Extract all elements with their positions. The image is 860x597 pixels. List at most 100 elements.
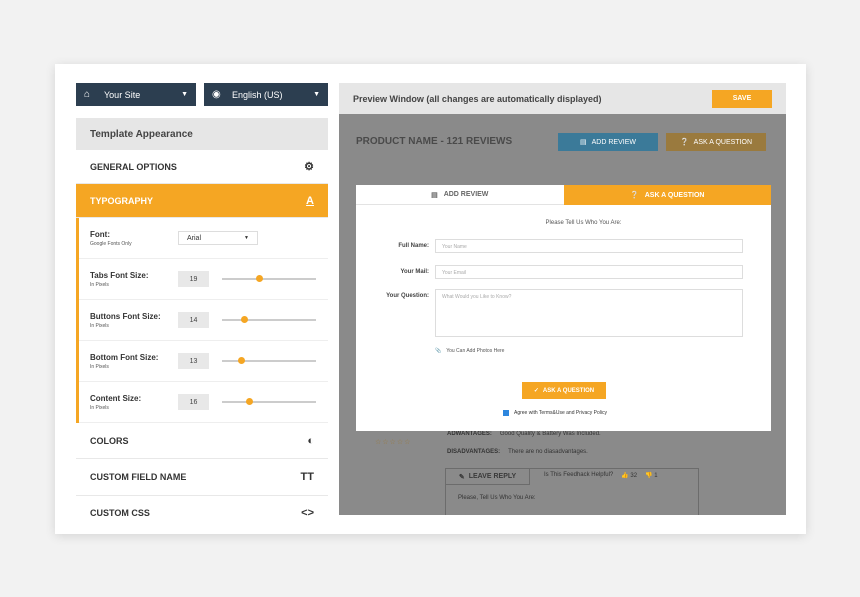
attach-photos[interactable]: 📎 You Can Add Photos Here xyxy=(435,348,504,354)
question-modal: ▤ ADD REVIEW ❔ ASK A QUESTION Please Tel… xyxy=(356,185,771,431)
setting-sublabel: In Pixels xyxy=(90,322,109,329)
thumbs-down-button[interactable]: 👎 1 xyxy=(645,472,657,479)
question-icon: ❔ xyxy=(630,192,639,199)
bottom-font-size-slider[interactable] xyxy=(222,357,316,364)
helpful-row: Is This Feedhack Helpful? 👍 32 👎 1 xyxy=(544,472,658,479)
ask-question-button[interactable]: ❔ ASK A QUESTION xyxy=(666,133,766,151)
section-label: CUSTOM CSS xyxy=(90,507,150,517)
slider-handle[interactable] xyxy=(245,398,253,405)
chevron-down-icon: ▼ xyxy=(313,91,320,98)
slider-handle[interactable] xyxy=(240,316,248,323)
agree-row: Agree with Terms&Use and Privacy Policy xyxy=(503,410,607,416)
product-title: PRODUCT NAME - 121 REVIEWS xyxy=(356,136,513,147)
question-textarea[interactable]: What Would you Like to Know? xyxy=(435,289,743,337)
button-label: ADD REVIEW xyxy=(591,138,636,146)
agree-checkbox[interactable] xyxy=(503,410,509,416)
agree-label: Agree with Terms&Use and Privacy Policy xyxy=(514,410,607,416)
attach-label: You Can Add Photos Here xyxy=(446,348,505,354)
submit-question-button[interactable]: ✓ ASK A QUESTION xyxy=(522,382,606,399)
full-name-input[interactable]: Your Name xyxy=(435,239,743,253)
comment-icon: ▤ xyxy=(580,139,587,146)
section-label: COLORS xyxy=(90,435,129,446)
tab-label: ADD REVIEW xyxy=(443,191,489,198)
content-size-input[interactable]: 16 xyxy=(178,394,209,410)
paperclip-icon: 📎 xyxy=(435,348,442,354)
modal-intro: Please Tell Us Who You Are: xyxy=(545,220,622,226)
tab-label: ASK A QUESTION xyxy=(644,191,705,199)
gear-icon: ⚙ xyxy=(304,161,314,173)
pencil-icon: ✎ xyxy=(458,473,465,481)
modal-tabs: ▤ ADD REVIEW ❔ ASK A QUESTION xyxy=(356,185,771,205)
preview-header: Preview Window (all changes are automati… xyxy=(339,83,786,114)
question-icon: ❔ xyxy=(679,139,689,146)
font-row: Font: Google Fonts Only Arial ▼ xyxy=(79,218,328,259)
setting-row: Bottom Font Size: In Pixels 13 xyxy=(79,341,328,382)
section-label: GENERAL OPTIONS xyxy=(90,161,177,172)
bottom-font-size-input[interactable]: 13 xyxy=(178,353,209,369)
typography-settings: Font: Google Fonts Only Arial ▼ Tabs Fon… xyxy=(76,218,328,423)
setting-label: Buttons Font Size: xyxy=(90,311,161,321)
language-selector[interactable]: ◉ English (US) ▼ xyxy=(204,83,328,106)
panel-title: Template Appearance xyxy=(76,118,328,150)
buttons-font-size-input[interactable]: 14 xyxy=(178,312,209,328)
font-sublabel: Google Fonts Only xyxy=(90,240,132,247)
mail-row: Your Mail: Your Email xyxy=(356,265,743,279)
add-review-button[interactable]: ▤ ADD REVIEW xyxy=(558,133,658,151)
section-typography[interactable]: TYPOGRAPHY A xyxy=(76,184,328,218)
preview-window: Preview Window (all changes are automati… xyxy=(339,83,786,515)
tabs-font-size-input[interactable]: 19 xyxy=(178,271,209,287)
setting-row: Content Size: In Pixels 16 xyxy=(79,382,328,423)
thumbs-up-button[interactable]: 👍 32 xyxy=(621,472,637,479)
font-select-value: Arial xyxy=(187,234,202,242)
up-count: 32 xyxy=(630,473,638,479)
site-selector-label: Your Site xyxy=(104,89,141,100)
setting-sublabel: In Pixels xyxy=(90,404,109,411)
contrast-icon: ◐ xyxy=(307,434,314,447)
advantages-line: ADWANTAGES: Good Quality & Battery Was In… xyxy=(447,431,601,437)
section-label: CUSTOM FIELD NAME xyxy=(90,472,187,482)
language-selector-label: English (US) xyxy=(232,89,283,100)
buttons-font-size-slider[interactable] xyxy=(222,316,316,323)
section-custom-css[interactable]: CUSTOM CSS <> xyxy=(76,496,328,517)
tab-add-review[interactable]: ▤ ADD REVIEW xyxy=(356,185,564,205)
full-name-label: Full Name: xyxy=(398,243,429,249)
section-custom-field-name[interactable]: CUSTOM FIELD NAME Tт xyxy=(76,459,328,496)
chevron-down-icon: ▼ xyxy=(244,235,249,241)
setting-label: Bottom Font Size: xyxy=(90,352,159,362)
setting-sublabel: In Pixels xyxy=(90,363,109,370)
setting-row: Buttons Font Size: In Pixels 14 xyxy=(79,300,328,341)
slider-handle[interactable] xyxy=(237,357,245,364)
down-count: 1 xyxy=(654,473,658,479)
mail-label: Your Mail: xyxy=(400,269,429,275)
text-size-icon: Tт xyxy=(300,471,314,483)
tab-ask-question[interactable]: ❔ ASK A QUESTION xyxy=(563,185,771,205)
setting-label: Tabs Font Size: xyxy=(90,270,149,280)
font-select[interactable]: Arial ▼ xyxy=(178,231,258,245)
rating-stars: ☆☆☆☆☆ xyxy=(375,439,412,446)
font-a-icon: A xyxy=(306,194,314,207)
setting-label: Content Size: xyxy=(90,393,142,403)
code-icon: <> xyxy=(301,506,314,517)
button-label: ASK A QUESTION xyxy=(542,387,595,394)
leave-reply-tab[interactable]: ✎ LEAVE REPLY xyxy=(446,469,530,485)
save-button[interactable]: SAVE xyxy=(712,89,772,108)
advantages-label: ADWANTAGES: xyxy=(447,431,492,437)
content-size-slider[interactable] xyxy=(222,398,316,405)
font-label: Font: xyxy=(90,229,110,239)
question-row: Your Question: What Would you Like to Kn… xyxy=(356,289,743,337)
slider-handle[interactable] xyxy=(255,275,263,282)
advantages-text: Good Quality & Battery Was Included. xyxy=(499,431,601,437)
check-icon: ✓ xyxy=(533,388,539,394)
home-icon: ⌂ xyxy=(84,89,91,100)
disadvantages-line: DISADVANTAGES: There are no diasadvantage… xyxy=(447,449,588,455)
mail-input[interactable]: Your Email xyxy=(435,265,743,279)
section-label: TYPOGRAPHY xyxy=(90,195,154,206)
helpful-text: Is This Feedhack Helpful? xyxy=(544,472,614,478)
disadvantages-text: There are no diasadvantages. xyxy=(508,449,588,455)
site-selector[interactable]: ⌂ Your Site ▼ xyxy=(76,83,196,106)
question-label: Your Question: xyxy=(386,293,429,299)
section-colors[interactable]: COLORS ◐ xyxy=(76,423,328,459)
tabs-font-size-slider[interactable] xyxy=(222,275,316,282)
section-general-options[interactable]: GENERAL OPTIONS ⚙ xyxy=(76,150,328,184)
settings-panel: Template Appearance GENERAL OPTIONS ⚙ TY… xyxy=(76,118,328,516)
